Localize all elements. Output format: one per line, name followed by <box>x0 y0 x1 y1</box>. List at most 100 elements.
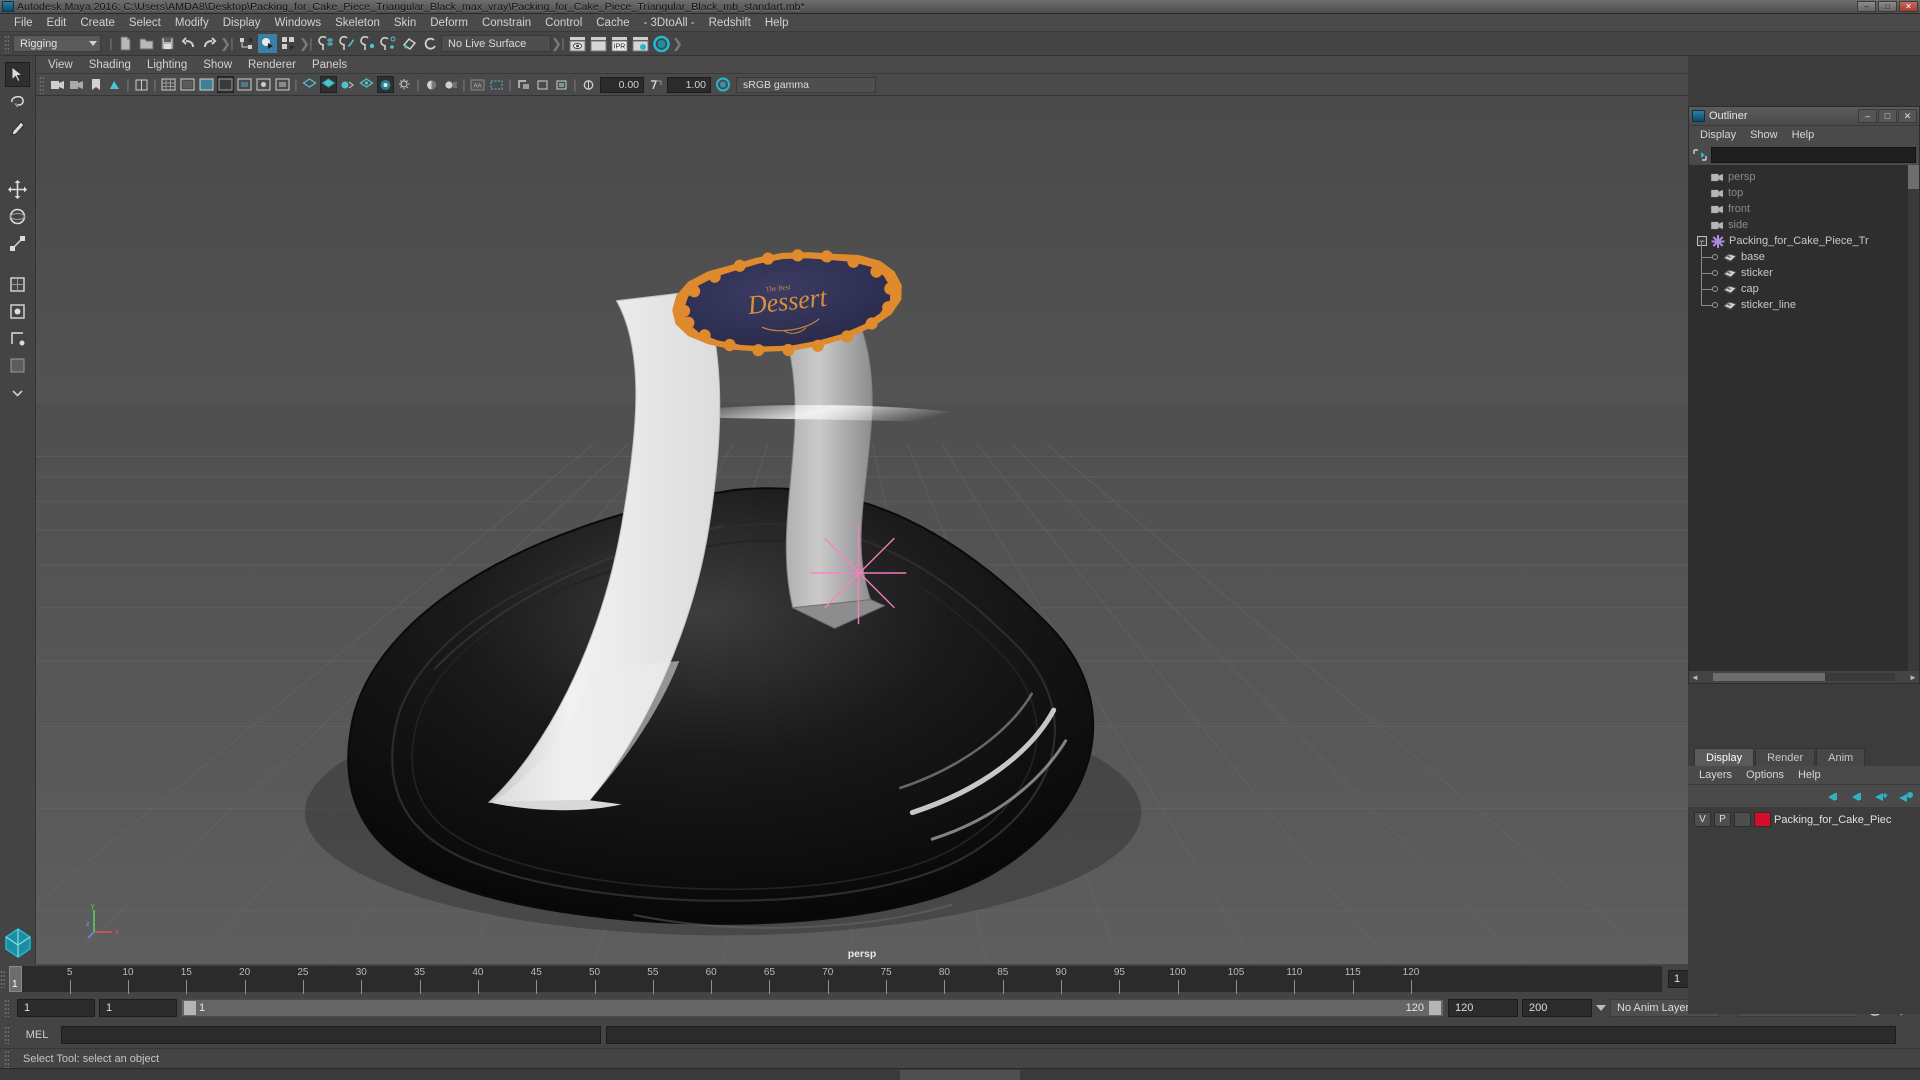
exposure-field[interactable]: 0.00 <box>600 76 644 93</box>
command-input[interactable] <box>61 1026 601 1044</box>
time-slider[interactable]: 1 5 10 15 20 25 30 35 40 45 50 55 60 65 70 75 80 85 90 95 1… <box>9 966 1662 994</box>
snap-to-grid-icon[interactable] <box>316 34 335 53</box>
panel-menu-view[interactable]: View <box>40 56 81 74</box>
select-by-object-type-icon[interactable] <box>258 34 277 53</box>
smooth-shade-all-icon[interactable] <box>320 76 337 93</box>
select-by-component-type-icon[interactable] <box>279 34 298 53</box>
menu-3dtoall[interactable]: - 3DtoAll - <box>637 14 702 32</box>
depth-of-field-icon[interactable] <box>488 76 505 93</box>
sync-selection-icon[interactable] <box>1692 147 1708 163</box>
layer-tab-render[interactable]: Render <box>1755 748 1816 766</box>
range-left-handle[interactable] <box>184 1001 196 1015</box>
outliner-tree[interactable]: persp top front side − Packing_for_Cake_Piece… <box>1689 165 1919 671</box>
outliner-menu-show[interactable]: Show <box>1743 129 1785 141</box>
shade-with-wireframe-icon[interactable] <box>339 76 356 93</box>
lasso-tool[interactable] <box>5 89 30 114</box>
menu-create[interactable]: Create <box>73 14 122 32</box>
snap-to-point-icon[interactable] <box>358 34 377 53</box>
universal-manipulator-tool[interactable] <box>5 272 30 297</box>
gate-mask-icon[interactable] <box>217 76 234 93</box>
paint-selection-tool[interactable] <box>5 116 30 141</box>
resolution-gate-icon[interactable] <box>198 76 215 93</box>
command-result-field[interactable] <box>606 1026 1896 1044</box>
select-camera-icon[interactable] <box>49 76 66 93</box>
menu-skeleton[interactable]: Skeleton <box>328 14 387 32</box>
outliner-item-cap[interactable]: cap <box>1689 273 1919 297</box>
layer-menu-layers[interactable]: Layers <box>1692 769 1739 781</box>
xray-icon[interactable] <box>236 76 253 93</box>
image-plane-icon[interactable] <box>106 76 123 93</box>
toolbar-grip[interactable] <box>4 1049 9 1068</box>
layer-state-toggle[interactable] <box>1734 812 1751 827</box>
menu-edit[interactable]: Edit <box>40 14 74 32</box>
outliner-expand-toggle[interactable]: − <box>1697 236 1707 246</box>
outliner-scrollbar-thumb[interactable] <box>1908 165 1919 189</box>
snap-to-projected-center-icon[interactable] <box>379 34 398 53</box>
scroll-left-icon[interactable]: ◄ <box>1689 673 1701 682</box>
menu-control[interactable]: Control <box>538 14 589 32</box>
menu-redshift[interactable]: Redshift <box>702 14 758 32</box>
maximize-button[interactable]: □ <box>1878 1 1897 12</box>
outliner-item-side[interactable]: side <box>1689 217 1919 233</box>
more-tools-icon[interactable] <box>5 380 30 405</box>
menu-help[interactable]: Help <box>758 14 796 32</box>
outliner-menu-help[interactable]: Help <box>1785 129 1822 141</box>
live-surface-field[interactable]: No Live Surface <box>441 35 551 52</box>
outliner-maximize-button[interactable]: □ <box>1878 109 1897 123</box>
rotate-tool[interactable] <box>5 204 30 229</box>
toolbar-grip[interactable] <box>4 34 9 53</box>
outliner-horizontal-scrollbar[interactable]: ◄ ► <box>1689 671 1919 683</box>
exposure-icon[interactable] <box>580 76 597 93</box>
move-tool[interactable] <box>5 177 30 202</box>
screenspace-ao-icon[interactable] <box>423 76 440 93</box>
chevron-down-icon[interactable] <box>1596 1005 1606 1011</box>
layer-playback-toggle[interactable]: P <box>1714 812 1731 827</box>
toolbar-grip[interactable] <box>0 970 5 988</box>
show-manipulator-tool[interactable] <box>5 326 30 351</box>
redo-icon[interactable] <box>200 34 219 53</box>
menu-modify[interactable]: Modify <box>168 14 216 32</box>
motion-blur-icon[interactable] <box>442 76 459 93</box>
toolbar-grip[interactable] <box>39 75 44 94</box>
layer-tab-display[interactable]: Display <box>1694 748 1755 766</box>
layer-menu-help[interactable]: Help <box>1791 769 1828 781</box>
menu-deform[interactable]: Deform <box>423 14 475 32</box>
menu-skin[interactable]: Skin <box>387 14 423 32</box>
bookmarks-icon[interactable] <box>87 76 104 93</box>
open-scene-icon[interactable] <box>137 34 156 53</box>
redo-render-icon[interactable] <box>589 34 608 53</box>
twopane-icon[interactable] <box>133 76 150 93</box>
maya-viewcube-icon[interactable] <box>1 926 35 960</box>
wireframe-shading-icon[interactable] <box>301 76 318 93</box>
scroll-right-icon[interactable]: ► <box>1907 673 1919 682</box>
color-management-icon[interactable] <box>714 76 731 93</box>
textured-shading-icon[interactable] <box>358 76 375 93</box>
playback-range-slider[interactable]: 1 120 <box>181 999 1444 1017</box>
create-new-layer-icon[interactable] <box>1874 790 1890 803</box>
layer-row[interactable]: V P Packing_for_Cake_Piec <box>1688 811 1920 828</box>
panel-menu-renderer[interactable]: Renderer <box>240 56 304 74</box>
taskbar-item[interactable] <box>900 1070 1020 1080</box>
outliner-search-input[interactable] <box>1711 146 1916 163</box>
isolate-select-add-icon[interactable] <box>553 76 570 93</box>
undo-icon[interactable] <box>179 34 198 53</box>
animation-start-field[interactable]: 1 <box>99 999 177 1017</box>
move-layer-down-icon[interactable] <box>1850 790 1866 803</box>
redshift-render-icon[interactable] <box>652 34 671 53</box>
outliner-item-packing_for_cake_piece_tr[interactable]: − Packing_for_Cake_Piece_Tr <box>1689 233 1919 249</box>
shadows-icon[interactable] <box>396 76 413 93</box>
use-all-lights-icon[interactable] <box>377 76 394 93</box>
isolate-select-icon[interactable] <box>515 76 532 93</box>
panel-menu-show[interactable]: Show <box>195 56 240 74</box>
command-language-label[interactable]: MEL <box>18 1029 56 1041</box>
outliner-item-sticker_line[interactable]: sticker_line <box>1689 289 1919 313</box>
range-right-handle[interactable] <box>1429 1001 1441 1015</box>
menu-windows[interactable]: Windows <box>267 14 328 32</box>
outliner-item-base[interactable]: base <box>1689 241 1919 265</box>
outliner-close-button[interactable]: ✕ <box>1898 109 1917 123</box>
multisample-icon[interactable]: AA <box>469 76 486 93</box>
time-cursor[interactable]: 1 <box>9 966 22 992</box>
minimize-button[interactable]: – <box>1857 1 1876 12</box>
outliner-item-top[interactable]: top <box>1689 185 1919 201</box>
grid-toggle-icon[interactable] <box>160 76 177 93</box>
